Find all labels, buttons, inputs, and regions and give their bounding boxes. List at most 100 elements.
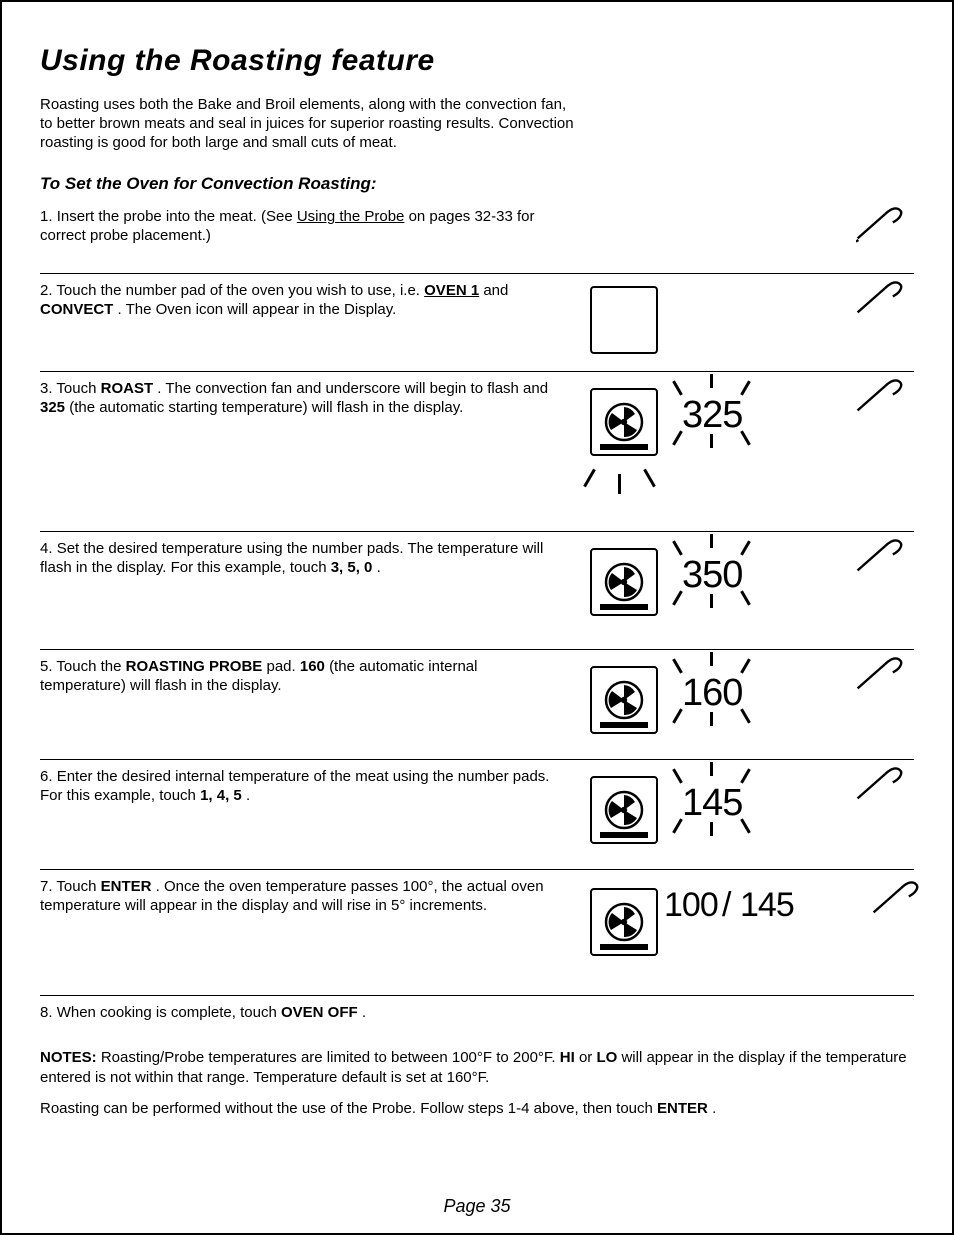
convection-icon <box>590 388 658 456</box>
display-7: 100 / 145 <box>578 878 914 981</box>
display-3: 325 <box>578 380 914 517</box>
display-6: 145 <box>578 768 914 855</box>
probe-icon <box>856 278 904 318</box>
s2c: . The Oven icon will appear in the Displ… <box>118 301 397 318</box>
note2c: . <box>712 1100 716 1117</box>
oven-icon-empty <box>590 286 658 354</box>
step-7-text: 7. Touch ENTER . Once the oven temperatu… <box>40 878 560 916</box>
step-8-text: 8. When cooking is complete, touch OVEN … <box>40 1004 560 1023</box>
s2a: Touch the number pad of the oven you wis… <box>56 282 424 299</box>
s3c: (the automatic starting temperature) wil… <box>69 399 463 416</box>
convection-icon <box>590 666 658 734</box>
convection-icon <box>590 888 658 956</box>
step-6-text: 6. Enter the desired internal temperatur… <box>40 768 560 806</box>
s7-enter: ENTER <box>101 878 152 895</box>
step1-a: Insert the probe into the meat. (See <box>57 208 297 225</box>
s8-off: OVEN OFF <box>281 1004 358 1021</box>
step-4-text: 4. Set the desired temperature using the… <box>40 540 560 578</box>
s5a: Touch the <box>56 658 125 675</box>
step-number: 8. <box>40 1004 57 1021</box>
probe-icon <box>856 204 904 244</box>
temp-readout-a: 100 <box>664 886 718 925</box>
s6a: Enter the desired internal temperature o… <box>40 768 549 804</box>
page-title: Using the Roasting feature <box>40 44 914 78</box>
probe-icon <box>872 878 920 918</box>
s8b: . <box>362 1004 366 1021</box>
s3a: Touch <box>56 380 100 397</box>
step-4-row: 4. Set the desired temperature using the… <box>40 532 914 650</box>
fan-icon <box>602 678 646 722</box>
fan-icon <box>602 900 646 944</box>
temp-slash: / <box>722 886 730 925</box>
s3-default: 325 <box>40 399 65 416</box>
s3b: . The convection fan and underscore will… <box>157 380 548 397</box>
s2-convect: CONVECT <box>40 301 113 318</box>
step-number: 5. <box>40 658 56 675</box>
step-number: 2. <box>40 282 56 299</box>
notes-block: NOTES: Roasting/Probe temperatures are l… <box>40 1048 914 1087</box>
step-5-text: 5. Touch the ROASTING PROBE pad. 160 (th… <box>40 658 560 696</box>
s4a: Set the desired temperature using the nu… <box>40 540 543 576</box>
temp-readout-b: 145 <box>740 886 794 925</box>
step-7-row: 7. Touch ENTER . Once the oven temperatu… <box>40 870 914 996</box>
probe-icon <box>856 376 904 416</box>
fan-icon <box>602 788 646 832</box>
step-2-text: 2. Touch the number pad of the oven you … <box>40 282 560 320</box>
step-number: 7. <box>40 878 56 895</box>
display-4: 350 <box>578 540 914 635</box>
page-footer: Page 35 <box>2 1196 952 1217</box>
section-heading: To Set the Oven for Convection Roasting: <box>40 174 914 194</box>
display-8 <box>578 1004 914 1030</box>
step-number: 1. <box>40 208 57 225</box>
s6b: . <box>246 787 250 804</box>
step-5-row: 5. Touch the ROASTING PROBE pad. 160 (th… <box>40 650 914 760</box>
s2-oven: OVEN 1 <box>424 282 479 299</box>
flash-ticks-temp <box>670 372 770 452</box>
manual-page: Using the Roasting feature Roasting uses… <box>0 0 954 1235</box>
intro-paragraph: Roasting uses both the Bake and Broil el… <box>40 96 580 152</box>
note1b: HI <box>560 1049 575 1066</box>
note1a: Roasting/Probe temperatures are limited … <box>101 1049 560 1066</box>
step-8-row: 8. When cooking is complete, touch OVEN … <box>40 996 914 1036</box>
step-1-row: 1. Insert the probe into the meat. (See … <box>40 200 914 274</box>
fan-icon <box>602 560 646 604</box>
probe-icon <box>856 654 904 694</box>
s8a: When cooking is complete, touch <box>57 1004 281 1021</box>
note-2: Roasting can be performed without the us… <box>40 1099 914 1119</box>
note2a: Roasting can be performed without the us… <box>40 1100 657 1117</box>
s5b: pad. <box>266 658 299 675</box>
step-number: 6. <box>40 768 57 785</box>
s6-keys: 1, 4, 5 <box>200 787 242 804</box>
probe-icon <box>856 536 904 576</box>
display-2 <box>578 282 914 357</box>
convection-icon <box>590 776 658 844</box>
display-1 <box>578 208 914 259</box>
step-6-row: 6. Enter the desired internal temperatur… <box>40 760 914 870</box>
s3-roast: ROAST <box>101 380 154 397</box>
s5-probe: ROASTING PROBE <box>126 658 263 675</box>
notes-label: NOTES: <box>40 1049 97 1066</box>
flash-ticks-temp <box>670 532 770 612</box>
display-5: 160 <box>578 658 914 745</box>
step-3-row: 3. Touch ROAST . The convection fan and … <box>40 372 914 532</box>
step1-link: Using the Probe <box>297 208 405 225</box>
s2b: and <box>483 282 508 299</box>
fan-icon <box>602 400 646 444</box>
flash-ticks-temp <box>670 650 770 730</box>
step-3-text: 3. Touch ROAST . The convection fan and … <box>40 380 560 418</box>
probe-icon <box>856 764 904 804</box>
step-2-row: 2. Touch the number pad of the oven you … <box>40 274 914 372</box>
flash-ticks-temp <box>670 760 770 840</box>
s4b: . <box>377 559 381 576</box>
convection-icon <box>590 548 658 616</box>
step-1-text: 1. Insert the probe into the meat. (See … <box>40 208 560 246</box>
note2b: ENTER <box>657 1100 708 1117</box>
flash-ticks-icon <box>568 452 688 522</box>
step-number: 4. <box>40 540 57 557</box>
note1d: LO <box>596 1049 617 1066</box>
s7a: Touch <box>56 878 100 895</box>
s5-default: 160 <box>300 658 325 675</box>
s4-keys: 3, 5, 0 <box>331 559 373 576</box>
step-number: 3. <box>40 380 56 397</box>
note1c: or <box>579 1049 597 1066</box>
